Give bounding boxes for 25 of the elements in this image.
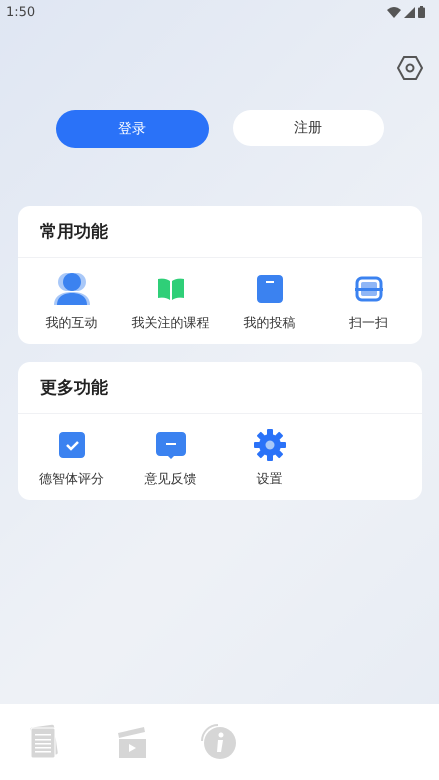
message-icon: [156, 432, 186, 458]
function-label[interactable]: 意见反馈: [144, 470, 196, 488]
settings-icon: [254, 429, 286, 461]
settings-icon[interactable]: [397, 56, 423, 80]
person-icon: [52, 272, 90, 306]
book-icon: [156, 277, 184, 301]
login-button[interactable]: 登录: [56, 110, 208, 148]
function-label[interactable]: 我关注的课程: [132, 314, 210, 332]
register-button[interactable]: 注册: [232, 110, 384, 146]
function-label[interactable]: 我的互动: [46, 314, 98, 332]
status-time: 1:50: [6, 4, 36, 20]
section-title: 常用功能: [18, 206, 422, 258]
function-label[interactable]: 扫一扫: [349, 314, 388, 332]
scan-icon: [354, 276, 382, 302]
function-label[interactable]: 我的投稿: [244, 314, 296, 332]
info-icon: [200, 724, 238, 760]
section-title: 更多功能: [18, 362, 422, 414]
clapperboard-icon: [116, 725, 148, 759]
battery-icon: [418, 6, 425, 18]
signal-icon: [404, 6, 415, 18]
document-icon: [256, 275, 282, 303]
checkbox-icon: [58, 432, 84, 458]
function-label[interactable]: 德智体评分: [39, 470, 104, 488]
function-label[interactable]: 设置: [256, 470, 282, 488]
wifi-icon: [387, 6, 401, 18]
